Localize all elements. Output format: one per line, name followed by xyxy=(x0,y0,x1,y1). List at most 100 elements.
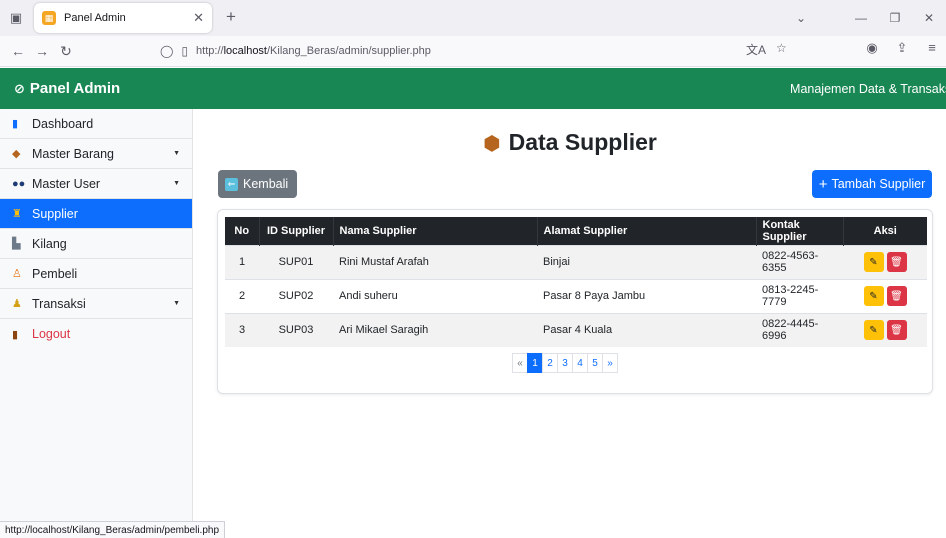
sidebar-item-label: Pembeli xyxy=(32,266,78,281)
url-text[interactable]: http://localhost/Kilang_Beras/admin/supp… xyxy=(196,45,431,57)
edit-icon[interactable]: ✎ xyxy=(863,286,884,306)
box-icon: ⬢ xyxy=(483,133,501,155)
menu-icon[interactable]: ≡ xyxy=(922,40,942,56)
box-icon: ◆ xyxy=(12,148,21,160)
url-bar[interactable]: ◯ ▯ http://localhost/Kilang_Beras/admin/… xyxy=(160,39,796,63)
browser-nav-bar: ← → ↻ ◯ ▯ http://localhost/Kilang_Beras/… xyxy=(0,36,946,67)
add-supplier-button[interactable]: + Tambah Supplier xyxy=(812,170,932,198)
cell-aksi: ✎ 🗑 xyxy=(843,244,927,279)
cell-alamat: Binjai xyxy=(537,244,756,279)
sidebar-item-transaksi[interactable]: ♟ Transaksi ▼ xyxy=(0,289,192,319)
browser-tab-bar: ▣ ▦ Panel Admin ✕ + ⌄ — ❐ ✕ xyxy=(0,0,946,36)
table-header-row: No ID Supplier Nama Supplier Alamat Supp… xyxy=(225,217,927,245)
cell-nama: Andi suheru xyxy=(333,278,537,313)
chevron-down-icon[interactable]: ⌄ xyxy=(784,0,818,36)
reload-icon[interactable]: ↻ xyxy=(54,39,78,63)
browser-tab[interactable]: ▦ Panel Admin ✕ xyxy=(34,3,212,33)
cell-id: SUP02 xyxy=(259,278,333,313)
edit-icon[interactable]: ✎ xyxy=(863,320,884,341)
cell-nama: Rini Mustaf Arafah xyxy=(333,244,537,279)
pagination: « 1 2 3 4 5 » xyxy=(512,353,618,373)
buyer-icon: ♙ xyxy=(12,268,22,280)
sidebar-item-kilang[interactable]: ▙ Kilang xyxy=(0,229,192,259)
caret-down-icon: ▼ xyxy=(173,180,180,187)
add-supplier-label: Tambah Supplier xyxy=(831,177,926,191)
shield-icon[interactable]: ◯ xyxy=(160,44,173,58)
sidebar-item-label: Dashboard xyxy=(32,116,94,131)
sidebar-item-supplier[interactable]: ♜ Supplier xyxy=(0,199,192,229)
cell-kontak: 0822-4563-6355 xyxy=(756,244,843,279)
door-icon: ▮ xyxy=(12,328,19,341)
table-row: 3 SUP03 Ari Mikael Saragih Pasar 4 Kuala… xyxy=(225,312,927,347)
pagination-page[interactable]: 3 xyxy=(557,353,573,373)
pagination-page[interactable]: 1 xyxy=(527,353,543,373)
translate-icon[interactable]: 文A xyxy=(746,41,766,58)
brand[interactable]: ⊘ Panel Admin xyxy=(14,80,120,97)
toolbar-actions: ◉ ⇪ ≡ xyxy=(862,40,942,56)
tab-list-icon[interactable]: ▣ xyxy=(0,0,32,36)
cell-kontak: 0813-2245-7779 xyxy=(756,278,843,313)
pagination-page[interactable]: 5 xyxy=(587,353,603,373)
sidebar-item-pembeli[interactable]: ♙ Pembeli xyxy=(0,259,192,289)
column-header: ID Supplier xyxy=(259,217,334,245)
supplier-card: No ID Supplier Nama Supplier Alamat Supp… xyxy=(217,209,933,394)
close-window-icon[interactable]: ✕ xyxy=(912,0,946,36)
brand-title: Panel Admin xyxy=(29,80,121,97)
sidebar-item-label: Master User xyxy=(32,176,101,191)
cell-kontak: 0822-4445-6996 xyxy=(756,312,843,347)
back-arrow-icon[interactable]: ← xyxy=(6,39,30,63)
url-actions: 文A ☆ xyxy=(746,41,787,58)
cell-no: 1 xyxy=(225,244,259,279)
pagination-page[interactable]: 2 xyxy=(542,353,558,373)
pagination-prev[interactable]: « xyxy=(512,353,528,373)
app-header: ⊘ Panel Admin Manajemen Data & Transaksi xyxy=(0,68,946,109)
sidebar-item-label: Logout xyxy=(32,327,71,341)
back-button-label: Kembali xyxy=(243,177,289,191)
pagination-page[interactable]: 4 xyxy=(572,353,588,373)
cell-no: 2 xyxy=(225,278,259,313)
column-header: Nama Supplier xyxy=(333,217,538,245)
page-title: ⬢ Data Supplier xyxy=(483,129,657,155)
trash-icon[interactable]: 🗑 xyxy=(886,320,907,341)
bar-chart-icon: ▮ xyxy=(12,118,19,130)
sidebar-item-master-barang[interactable]: ◆ Master Barang ▼ xyxy=(0,139,192,169)
bookmark-star-icon[interactable]: ☆ xyxy=(776,41,787,58)
new-tab-icon[interactable]: + xyxy=(226,8,236,26)
users-icon: ●● xyxy=(12,177,26,190)
cell-id: SUP01 xyxy=(259,244,333,279)
sidebar-item-dashboard[interactable]: ▮ Dashboard xyxy=(0,109,192,139)
cell-id: SUP03 xyxy=(259,312,333,347)
cell-no: 3 xyxy=(225,312,259,347)
back-arrow-icon: ⇐ xyxy=(225,177,238,191)
forward-arrow-icon[interactable]: → xyxy=(30,39,54,63)
restore-icon[interactable]: ❐ xyxy=(878,0,912,36)
cell-alamat: Pasar 8 Paya Jambu xyxy=(537,278,756,313)
main-content: ⬢ Data Supplier ⇐ Kembali + Tambah Suppli… xyxy=(194,109,946,521)
header-subtitle: Manajemen Data & Transaksi xyxy=(790,81,946,96)
account-icon[interactable]: ◉ xyxy=(862,40,882,56)
sidebar-item-master-user[interactable]: ●● Master User ▼ xyxy=(0,169,192,199)
cell-aksi: ✎ 🗑 xyxy=(843,312,927,347)
column-header: Alamat Supplier xyxy=(537,217,757,245)
supplier-icon: ♜ xyxy=(12,208,22,220)
tab-title: Panel Admin xyxy=(64,12,126,24)
caret-down-icon: ▼ xyxy=(173,150,180,157)
status-bar: http://localhost/Kilang_Beras/admin/pemb… xyxy=(0,521,226,538)
cell-nama: Ari Mikael Saragih xyxy=(333,312,537,347)
tab-favicon-icon: ▦ xyxy=(42,11,56,25)
sidebar-item-label: Supplier xyxy=(32,206,78,221)
trash-icon[interactable]: 🗑 xyxy=(886,286,907,306)
minimize-icon[interactable]: — xyxy=(844,0,878,36)
trash-icon[interactable]: 🗑 xyxy=(886,252,907,272)
back-button[interactable]: ⇐ Kembali xyxy=(218,170,297,198)
tab-close-icon[interactable]: ✕ xyxy=(193,10,204,26)
page-icon: ▯ xyxy=(181,44,189,58)
caret-down-icon: ▼ xyxy=(173,300,180,307)
table-row: 2 SUP02 Andi suheru Pasar 8 Paya Jambu 0… xyxy=(225,278,927,313)
plus-icon: + xyxy=(818,175,828,193)
share-icon[interactable]: ⇪ xyxy=(892,40,912,56)
edit-icon[interactable]: ✎ xyxy=(863,252,884,272)
sidebar-item-label: Kilang xyxy=(32,236,67,251)
pagination-next[interactable]: » xyxy=(602,353,618,373)
sidebar-item-logout[interactable]: ▮ Logout xyxy=(0,319,192,349)
